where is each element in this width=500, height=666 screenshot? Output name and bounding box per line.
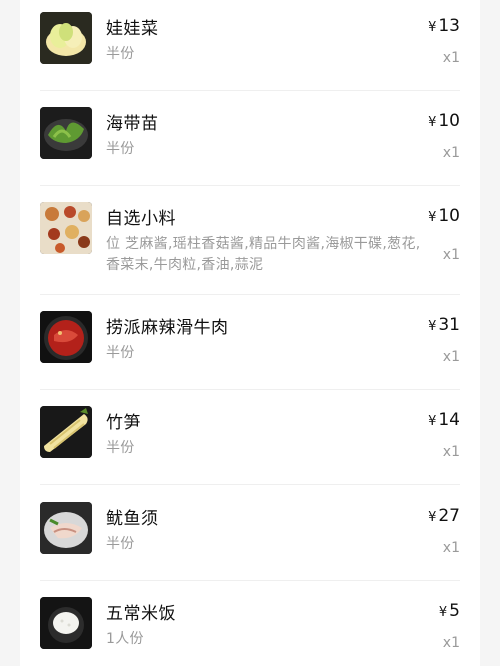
divider [40,580,460,581]
item-quantity: x1 [442,247,460,263]
item-quantity: x1 [442,540,460,556]
item-detail: 半份 [106,141,135,157]
item-name: 自选小料 [106,209,176,229]
list-item[interactable]: 捞派麻辣滑牛肉 半份 ¥31 x1 [40,311,460,381]
list-item[interactable]: 竹笋 半份 ¥14 x1 [40,406,460,476]
item-name: 海带苗 [106,114,159,134]
bamboo-shoot-icon [40,406,92,458]
rice-bowl-icon [40,597,92,649]
item-price: ¥5 [438,601,460,621]
item-name: 捞派麻辣滑牛肉 [106,318,229,338]
item-name: 竹笋 [106,413,141,433]
item-price: ¥10 [428,111,460,131]
item-name: 鱿鱼须 [106,509,159,529]
item-price: ¥27 [428,506,460,526]
item-quantity: x1 [442,444,460,460]
item-name: 娃娃菜 [106,19,159,39]
list-item[interactable]: 五常米饭 1人份 ¥5 x1 [40,597,460,663]
item-price: ¥13 [428,16,460,36]
list-item[interactable]: 自选小料 位 芝麻酱,瑶柱香菇酱,精品牛肉酱,海椒干碟,葱花,香菜末,牛肉粒,香… [40,202,460,288]
item-quantity: x1 [442,349,460,365]
list-item[interactable]: 海带苗 半份 ¥10 x1 [40,107,460,177]
divider [40,90,460,91]
item-detail: 1人份 [106,631,144,647]
item-detail: 半份 [106,345,135,361]
item-quantity: x1 [442,50,460,66]
item-quantity: x1 [442,635,460,651]
item-quantity: x1 [442,145,460,161]
spicy-beef-icon [40,311,92,363]
divider [40,294,460,295]
item-detail: 半份 [106,536,135,552]
sauce-bar-icon [40,202,92,254]
list-item[interactable]: 鱿鱼须 半份 ¥27 x1 [40,502,460,572]
divider [40,389,460,390]
divider [40,484,460,485]
item-detail: 半份 [106,46,135,62]
baby-cabbage-icon [40,12,92,64]
item-name: 五常米饭 [106,604,176,624]
item-detail: 位 芝麻酱,瑶柱香菇酱,精品牛肉酱,海椒干碟,葱花,香菜末,牛肉粒,香油,蒜泥 [106,236,421,273]
squid-tentacles-icon [40,502,92,554]
item-price: ¥10 [428,206,460,226]
divider [40,185,460,186]
item-price: ¥14 [428,410,460,430]
item-price: ¥31 [428,315,460,335]
list-item[interactable]: 娃娃菜 半份 ¥13 x1 [40,12,460,82]
kelp-sprouts-icon [40,107,92,159]
item-detail: 半份 [106,440,135,456]
